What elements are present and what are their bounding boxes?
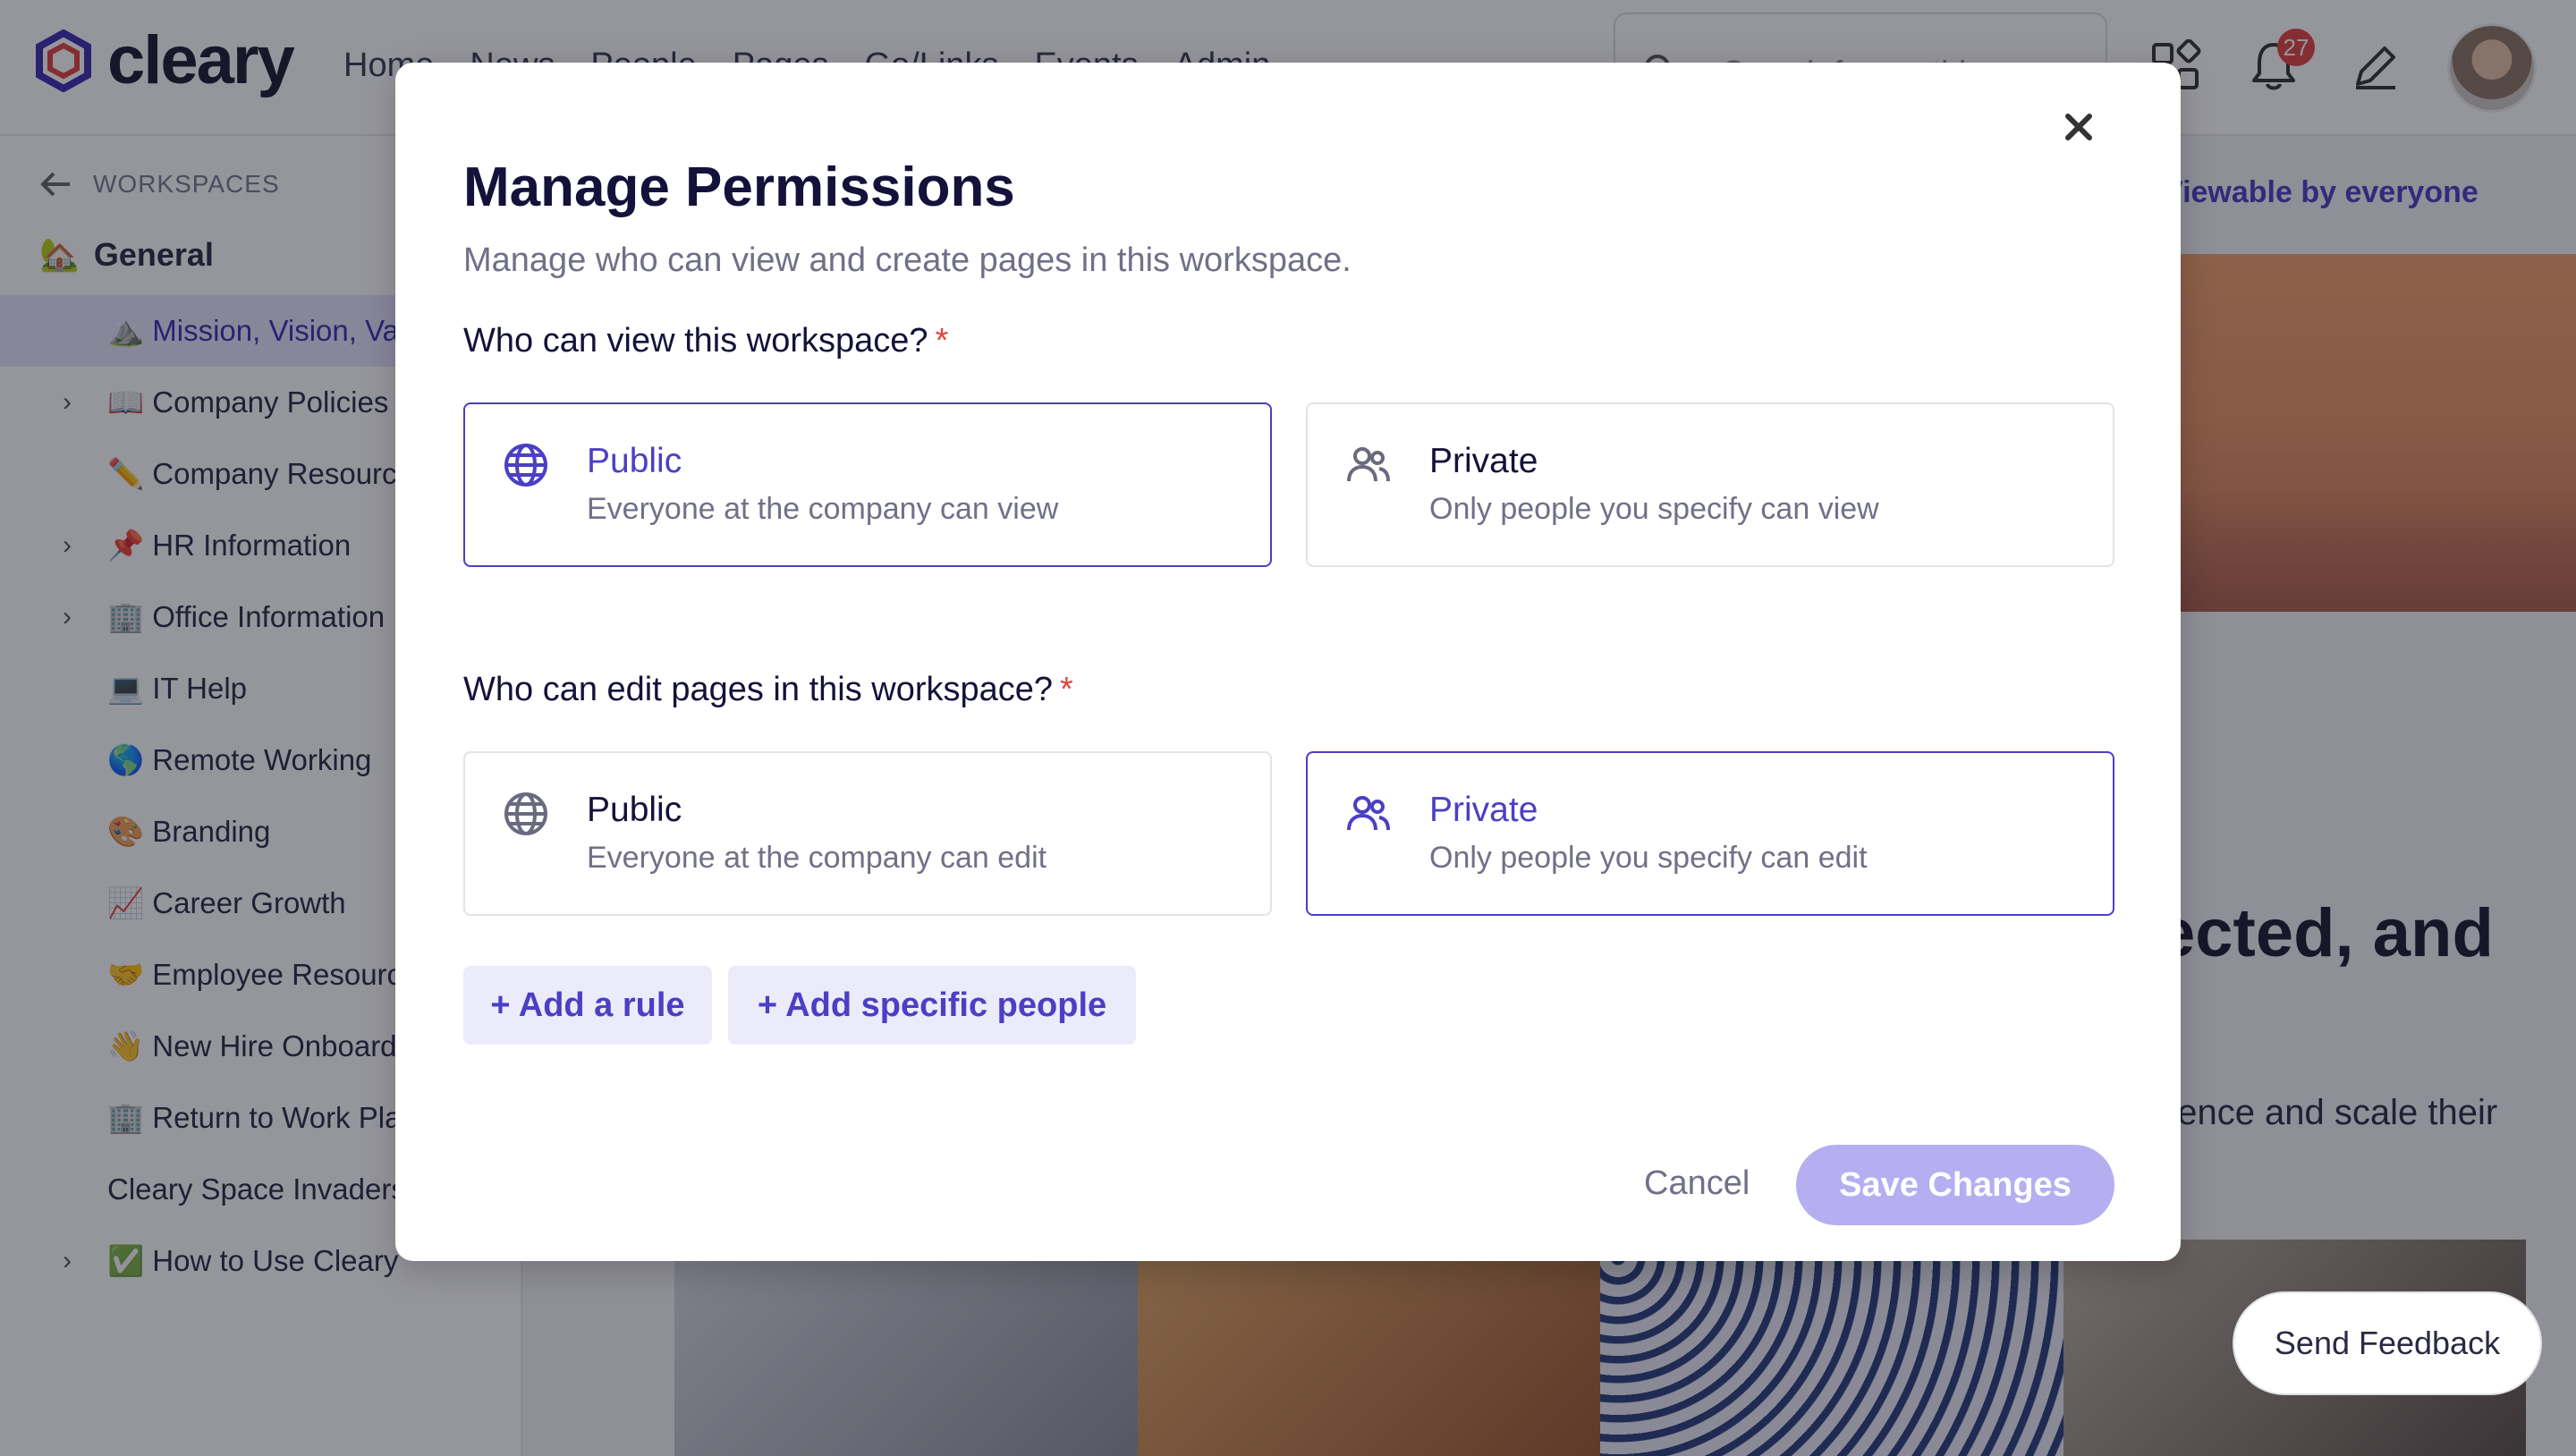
option-title: Public — [587, 442, 682, 480]
view-question: Who can view this workspace? * — [463, 322, 948, 360]
option-description: Only people you specify can view — [1429, 492, 1879, 526]
add-specific-people-button[interactable]: + Add specific people — [728, 966, 1136, 1045]
option-title: Private — [1429, 791, 1538, 829]
option-description: Everyone at the company can view — [587, 492, 1059, 526]
modal-subtitle: Manage who can view and create pages in … — [463, 241, 1352, 279]
edit-question: Who can edit pages in this workspace? * — [463, 671, 1073, 709]
add-rule-button[interactable]: + Add a rule — [463, 966, 712, 1045]
modal-title: Manage Permissions — [463, 157, 1015, 218]
edit-option-public[interactable]: Public Everyone at the company can edit — [463, 751, 1272, 916]
send-feedback-button[interactable]: Send Feedback — [2233, 1291, 2542, 1395]
people-icon — [1347, 447, 1390, 482]
view-option-private[interactable]: Private Only people you specify can view — [1306, 402, 2114, 567]
people-icon — [1347, 796, 1390, 831]
manage-permissions-modal: Manage Permissions Manage who can view a… — [395, 63, 2181, 1261]
edit-option-private[interactable]: Private Only people you specify can edit — [1306, 751, 2114, 916]
option-description: Everyone at the company can edit — [587, 841, 1047, 875]
view-question-text: Who can view this workspace? — [463, 322, 928, 360]
globe-icon — [504, 792, 547, 835]
required-mark: * — [1060, 671, 1073, 708]
save-changes-button[interactable]: Save Changes — [1796, 1145, 2114, 1225]
option-description: Only people you specify can edit — [1429, 841, 1868, 875]
globe-icon — [504, 444, 547, 487]
close-icon[interactable] — [2061, 109, 2097, 145]
option-title: Private — [1429, 442, 1538, 480]
option-title: Public — [587, 791, 682, 829]
cancel-button[interactable]: Cancel — [1644, 1164, 1750, 1203]
edit-question-text: Who can edit pages in this workspace? — [463, 671, 1054, 708]
required-mark: * — [935, 322, 949, 360]
view-option-public[interactable]: Public Everyone at the company can view — [463, 402, 1272, 567]
